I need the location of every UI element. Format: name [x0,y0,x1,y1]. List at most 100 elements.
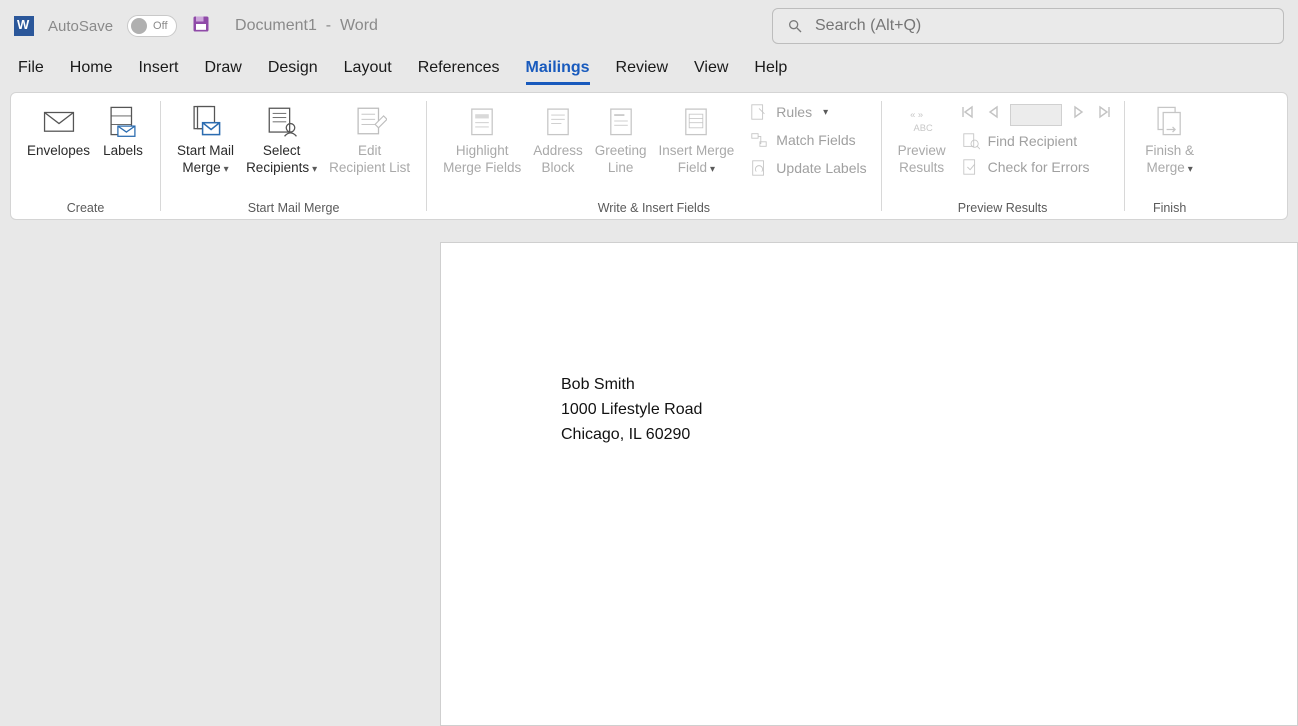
chevron-down-icon: ▾ [710,164,715,175]
highlight-merge-fields-button[interactable]: Highlight Merge Fields [437,99,527,177]
group-write-insert: Highlight Merge Fields Address Block Gre… [427,93,880,219]
update-labels-button[interactable]: Update Labels [746,157,870,179]
mail-merge-icon [189,101,223,141]
search-box[interactable] [772,8,1284,44]
address-line-2: 1000 Lifestyle Road [561,398,1297,423]
autosave-state: Off [153,20,167,32]
group-create: Envelopes Labels Create [11,93,160,219]
find-recipient-icon [962,132,980,150]
find-recipient-button[interactable]: Find Recipient [958,130,1114,152]
tab-review[interactable]: Review [616,59,668,85]
ribbon-tabs: File Home Insert Draw Design Layout Refe… [0,52,1298,86]
envelopes-label: Envelopes [27,143,90,160]
tab-draw[interactable]: Draw [204,59,241,85]
envelopes-button[interactable]: Envelopes [21,99,96,160]
labels-button[interactable]: Labels [96,99,150,160]
check-errors-icon [962,158,980,176]
search-icon [787,18,803,34]
rules-icon [750,103,768,121]
group-create-label: Create [11,197,160,219]
autosave-label: AutoSave [48,18,113,35]
save-button[interactable] [191,14,211,39]
select-recipients-button[interactable]: Select Recipients▾ [240,99,323,177]
title-sep: - [326,17,331,34]
group-start-label: Start Mail Merge [161,197,426,219]
word-logo-icon [14,16,34,36]
group-preview-label: Preview Results [882,197,1124,219]
select-recipients-label: Select Recipients [246,143,309,175]
finish-merge-label: Finish & Merge [1145,143,1194,175]
ribbon: Envelopes Labels Create Start Mail Merge… [10,92,1288,220]
last-record-button[interactable] [1096,103,1114,126]
rules-button[interactable]: Rules ▾ [746,101,870,123]
edit-list-icon [353,101,387,141]
highlight-icon [465,101,499,141]
chevron-down-icon: ▾ [312,164,317,175]
group-write-label: Write & Insert Fields [427,197,880,219]
chevron-down-icon: ▾ [823,107,828,118]
doc-name: Document1 [235,17,317,34]
greeting-line-label: Greeting Line [595,143,647,177]
document-title: Document1 - Word [235,17,378,35]
search-input[interactable] [815,17,1269,35]
preview-results-button[interactable]: « » ABC Preview Results [892,99,952,177]
check-errors-label: Check for Errors [988,159,1090,175]
preview-results-icon: « » ABC [905,101,939,141]
tab-references[interactable]: References [418,59,500,85]
greeting-line-icon [604,101,638,141]
title-bar: AutoSave Off Document1 - Word [0,0,1298,52]
tab-help[interactable]: Help [754,59,787,85]
finish-merge-icon [1153,101,1187,141]
labels-icon [106,101,140,141]
labels-label: Labels [103,143,143,160]
svg-text:« »: « » [910,110,923,120]
tab-design[interactable]: Design [268,59,318,85]
preview-results-label: Preview Results [898,143,946,177]
start-mail-merge-button[interactable]: Start Mail Merge▾ [171,99,240,177]
highlight-label: Highlight Merge Fields [443,143,521,177]
insert-merge-field-label: Insert Merge Field [659,143,735,175]
address-line-3: Chicago, IL 60290 [561,423,1297,448]
finish-merge-button[interactable]: Finish & Merge▾ [1135,99,1205,177]
tab-layout[interactable]: Layout [344,59,392,85]
chevron-down-icon: ▾ [224,164,229,175]
envelope-icon [42,101,76,141]
document-page[interactable]: Bob Smith 1000 Lifestyle Road Chicago, I… [440,242,1298,726]
prev-record-button[interactable] [984,103,1002,126]
find-recipient-label: Find Recipient [988,133,1078,149]
greeting-line-button[interactable]: Greeting Line [589,99,653,177]
toggle-knob-icon [131,18,147,34]
insert-merge-field-icon [679,101,713,141]
check-for-errors-button[interactable]: Check for Errors [958,156,1114,178]
update-labels-icon [750,159,768,177]
match-fields-label: Match Fields [776,132,855,148]
group-finish: Finish & Merge▾ Finish [1125,93,1215,219]
record-nav [958,99,1114,126]
edit-recipient-list-button[interactable]: Edit Recipient List [323,99,416,177]
address-block-label: Address Block [533,143,583,177]
app-name: Word [340,17,378,34]
next-record-button[interactable] [1070,103,1088,126]
address-block-button[interactable]: Address Block [527,99,589,177]
tab-home[interactable]: Home [70,59,113,85]
match-fields-icon [750,131,768,149]
tab-view[interactable]: View [694,59,728,85]
document-area: Bob Smith 1000 Lifestyle Road Chicago, I… [440,242,1298,726]
tab-file[interactable]: File [18,59,44,85]
tab-mailings[interactable]: Mailings [526,59,590,85]
rules-label: Rules [776,104,812,120]
match-fields-button[interactable]: Match Fields [746,129,870,151]
select-recipients-icon [265,101,299,141]
group-start-mail-merge: Start Mail Merge▾ Select Recipients▾ Edi… [161,93,426,219]
address-line-1: Bob Smith [561,373,1297,398]
group-finish-label: Finish [1125,197,1215,219]
group-preview-results: « » ABC Preview Results Find Recipient [882,93,1124,219]
first-record-button[interactable] [958,103,976,126]
tab-insert[interactable]: Insert [138,59,178,85]
autosave-toggle[interactable]: Off [127,15,177,37]
address-block-icon [541,101,575,141]
edit-recipient-list-label: Edit Recipient List [329,143,410,177]
record-number-input[interactable] [1010,104,1062,126]
insert-merge-field-button[interactable]: Insert Merge Field▾ [653,99,741,177]
svg-text:ABC: ABC [913,123,932,133]
